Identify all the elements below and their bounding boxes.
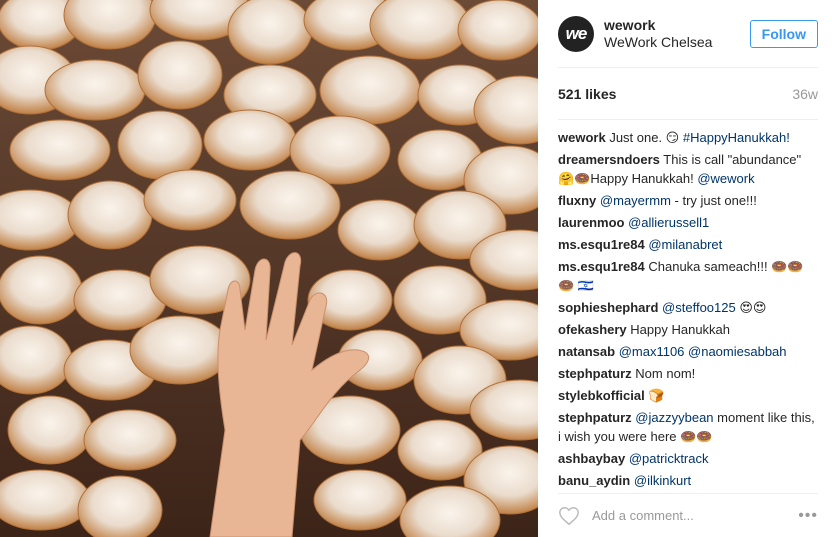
donut bbox=[143, 169, 237, 231]
comment: ashbaybay @patricktrack bbox=[558, 449, 818, 468]
likes-count[interactable]: 521 likes bbox=[558, 86, 616, 102]
comment-user[interactable]: stylebkofficial bbox=[558, 388, 645, 403]
donut bbox=[239, 170, 341, 240]
donut bbox=[44, 59, 146, 121]
post-header: we wework WeWork Chelsea Follow bbox=[558, 0, 818, 68]
comment-mention[interactable]: @mayermm bbox=[600, 193, 671, 208]
comment-hashtag[interactable]: #HappyHanukkah! bbox=[683, 130, 790, 145]
donut bbox=[0, 255, 83, 325]
post-stats: 521 likes 36w bbox=[558, 68, 818, 120]
donut bbox=[7, 395, 93, 465]
comment-user[interactable]: ofekashery bbox=[558, 322, 627, 337]
comment: fluxny @mayermm - try just one!!! bbox=[558, 191, 818, 210]
donut bbox=[129, 315, 231, 385]
comment-user[interactable]: wework bbox=[558, 130, 606, 145]
donut bbox=[319, 55, 421, 125]
comment-user[interactable]: sophieshephard bbox=[558, 300, 658, 315]
more-options-icon[interactable]: ••• bbox=[798, 507, 818, 525]
comment-text: 😍😍 bbox=[739, 300, 767, 315]
donut bbox=[9, 119, 111, 181]
comment-text: Just one. 😏 bbox=[609, 130, 680, 145]
donut bbox=[137, 40, 223, 110]
post-sidebar: we wework WeWork Chelsea Follow 521 like… bbox=[538, 0, 838, 537]
donut bbox=[457, 0, 538, 61]
donut bbox=[227, 0, 313, 65]
comment-mention[interactable]: @steffoo125 bbox=[662, 300, 736, 315]
post-photo[interactable] bbox=[0, 0, 538, 537]
comment-mention[interactable]: @jazzyybean bbox=[635, 410, 713, 425]
donut bbox=[337, 199, 423, 261]
comment: ms.esqu1re84 @milanabret bbox=[558, 235, 818, 254]
comment-mention[interactable]: @wework bbox=[697, 171, 754, 186]
comment: natansab @max1106 @naomiesabbah bbox=[558, 342, 818, 361]
comment-text: 🍞 bbox=[648, 388, 665, 403]
donut bbox=[203, 109, 297, 171]
heart-outline-icon[interactable] bbox=[558, 505, 580, 527]
comment: stylebkofficial 🍞 bbox=[558, 386, 818, 405]
avatar[interactable]: we bbox=[558, 15, 594, 52]
donut bbox=[67, 180, 153, 250]
add-comment-bar: ••• bbox=[558, 493, 818, 537]
comment-user[interactable]: fluxny bbox=[558, 193, 596, 208]
comment: laurenmoo @allierussell1 bbox=[558, 213, 818, 232]
comment-mention[interactable]: @ilkinkurt bbox=[634, 473, 691, 488]
donut bbox=[313, 469, 407, 531]
comment-text: Nom nom! bbox=[635, 366, 696, 381]
add-comment-input[interactable] bbox=[590, 507, 799, 524]
comment: stephpaturz @jazzyybean moment like this… bbox=[558, 408, 818, 446]
comment: ofekashery Happy Hanukkah bbox=[558, 320, 818, 339]
comment-user[interactable]: ashbaybay bbox=[558, 451, 625, 466]
donut bbox=[0, 469, 91, 531]
follow-button[interactable]: Follow bbox=[749, 19, 818, 48]
author-username[interactable]: wework bbox=[604, 17, 750, 34]
comment-text: - try just one!!! bbox=[674, 193, 757, 208]
post-location[interactable]: WeWork Chelsea bbox=[604, 34, 750, 51]
donut bbox=[83, 409, 177, 471]
comment: wework Just one. 😏 #HappyHanukkah! bbox=[558, 128, 818, 147]
comment: sophieshephard @steffoo125 😍😍 bbox=[558, 298, 818, 317]
instagram-post: we wework WeWork Chelsea Follow 521 like… bbox=[0, 0, 838, 537]
comment-text: Happy Hanukkah bbox=[630, 322, 731, 337]
comment-mention[interactable]: @milanabret bbox=[648, 237, 722, 252]
donuts-image bbox=[0, 0, 538, 537]
comment-mention[interactable]: @patricktrack bbox=[629, 451, 709, 466]
comment: ms.esqu1re84 Chanuka sameach!!! 🍩🍩🍩 🇮🇱 bbox=[558, 257, 818, 295]
comment-user[interactable]: natansab bbox=[558, 344, 615, 359]
comments-list: wework Just one. 😏 #HappyHanukkah! dream… bbox=[558, 120, 818, 493]
comment-user[interactable]: dreamersndoers bbox=[558, 152, 660, 167]
post-author: wework WeWork Chelsea bbox=[604, 17, 750, 51]
comment-user[interactable]: ms.esqu1re84 bbox=[558, 237, 645, 252]
comment-mention[interactable]: @allierussell1 bbox=[628, 215, 709, 230]
comment-user[interactable]: stephpaturz bbox=[558, 410, 632, 425]
comment-mention[interactable]: @max1106 @naomiesabbah bbox=[619, 344, 787, 359]
comment-user[interactable]: banu_aydin bbox=[558, 473, 630, 488]
comment: dreamersndoers This is call "abundance" … bbox=[558, 150, 818, 188]
post-time[interactable]: 36w bbox=[792, 86, 818, 102]
donut bbox=[117, 110, 203, 180]
comment-user[interactable]: stephpaturz bbox=[558, 366, 632, 381]
comment: stephpaturz Nom nom! bbox=[558, 364, 818, 383]
comment: banu_aydin @ilkinkurt bbox=[558, 471, 818, 490]
donut bbox=[77, 475, 163, 537]
comment-user[interactable]: laurenmoo bbox=[558, 215, 624, 230]
comment-user[interactable]: ms.esqu1re84 bbox=[558, 259, 645, 274]
